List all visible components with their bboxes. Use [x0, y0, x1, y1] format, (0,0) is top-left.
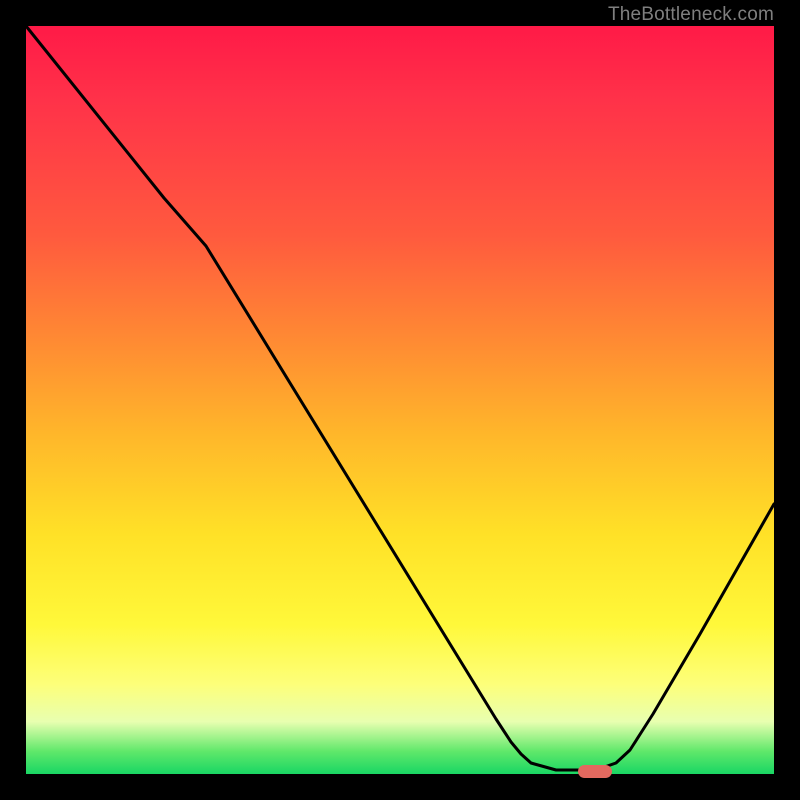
attribution-text: TheBottleneck.com [608, 4, 774, 26]
optimal-marker [578, 765, 612, 778]
chart-frame: TheBottleneck.com [0, 0, 800, 800]
plot-area [26, 26, 774, 774]
bottleneck-curve [26, 26, 774, 770]
curve-layer [26, 26, 774, 774]
